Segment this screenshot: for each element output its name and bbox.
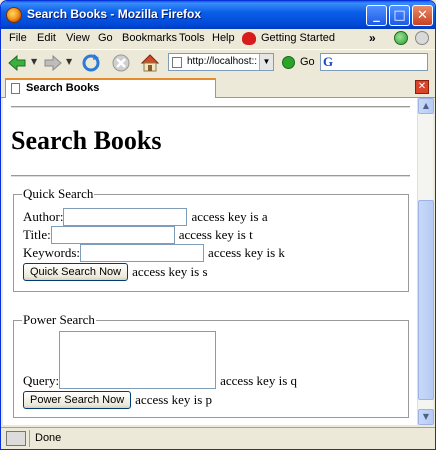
author-input[interactable]: [63, 208, 188, 227]
url-field[interactable]: http://localhost:: ▼: [168, 53, 274, 71]
search-engine-icon[interactable]: G: [323, 54, 333, 70]
forward-arrow-icon[interactable]: [43, 53, 63, 73]
quick-search-legend: Quick Search: [23, 186, 94, 201]
maximize-button[interactable]: □: [389, 5, 410, 26]
close-button[interactable]: ✕: [412, 5, 433, 26]
top-divider: [11, 106, 410, 108]
tab-label: Search Books: [26, 82, 100, 94]
back-arrow-icon[interactable]: [7, 53, 27, 73]
activity-icon: [415, 31, 429, 45]
keywords-label: Keywords:: [23, 245, 81, 261]
menu-help[interactable]: Help: [212, 32, 235, 44]
tab-strip: Search Books ✕: [1, 76, 435, 98]
firefox-icon: [6, 7, 22, 23]
query-access-key-note: access key is q: [220, 373, 297, 388]
status-text: Done: [35, 432, 62, 444]
author-label: Author:: [23, 209, 64, 225]
keywords-input[interactable]: [80, 244, 205, 263]
forward-dropdown-icon[interactable]: ▼: [66, 57, 72, 66]
tab-search-books[interactable]: Search Books: [5, 78, 216, 98]
close-tab-icon[interactable]: ✕: [415, 80, 429, 94]
query-textarea[interactable]: [59, 331, 217, 389]
power-search-access-key-note: access key is p: [135, 392, 213, 408]
url-dropdown-icon[interactable]: ▼: [259, 54, 273, 70]
getting-started-icon: [242, 32, 256, 45]
page-icon: [172, 57, 182, 68]
back-dropdown-icon[interactable]: ▼: [31, 57, 37, 66]
connection-status-icon: [6, 431, 26, 446]
menu-edit[interactable]: Edit: [37, 32, 56, 44]
keywords-access-key-note: access key is k: [208, 245, 285, 261]
vertical-scrollbar[interactable]: ▲ ▼: [417, 98, 434, 425]
stop-icon[interactable]: [111, 53, 131, 73]
menu-bar: File Edit View Go Bookmarks Tools Help G…: [1, 29, 435, 49]
quick-search-submit-row: Quick Search Now access key is s: [23, 263, 208, 282]
page-heading: Search Books: [11, 126, 162, 155]
minimize-button[interactable]: _: [366, 5, 387, 26]
title-label: Title:: [23, 227, 51, 243]
page-viewport: Search Books Quick Search Author: access …: [3, 98, 417, 425]
heading-divider: [11, 175, 410, 177]
navigation-toolbar: ▼ ▼ http://localhost:: ▼ Go G: [1, 49, 435, 75]
reload-icon[interactable]: [81, 53, 101, 73]
power-search-button[interactable]: Power Search Now: [23, 391, 132, 410]
menu-tools[interactable]: Tools: [179, 32, 205, 44]
throbber-icon: [394, 31, 408, 45]
quick-search-button[interactable]: Quick Search Now: [23, 263, 129, 282]
author-access-key-note: access key is a: [191, 209, 268, 225]
power-search-submit-row: Power Search Now access key is p: [23, 391, 213, 410]
scroll-up-icon[interactable]: ▲: [418, 98, 434, 114]
title-access-key-note: access key is t: [178, 227, 253, 243]
power-search-legend: Power Search: [23, 312, 95, 327]
title-bar[interactable]: Search Books - Mozilla Firefox _ □ ✕: [1, 1, 435, 29]
menu-bookmarks[interactable]: Bookmarks: [122, 32, 177, 44]
browser-window: Search Books - Mozilla Firefox _ □ ✕ Fil…: [0, 0, 436, 450]
scroll-down-icon[interactable]: ▼: [418, 409, 434, 425]
window-title: Search Books - Mozilla Firefox: [27, 7, 202, 21]
menu-view[interactable]: View: [66, 32, 90, 44]
tab-page-icon: [11, 83, 20, 94]
status-bar: Done: [1, 427, 435, 449]
title-row: Title: access key is t: [23, 226, 253, 245]
scroll-thumb[interactable]: [418, 200, 434, 400]
keywords-row: Keywords: access key is k: [23, 244, 285, 263]
go-icon[interactable]: [282, 56, 295, 69]
menu-file[interactable]: File: [9, 32, 27, 44]
search-field[interactable]: G: [320, 53, 428, 71]
query-label: Query:: [23, 373, 60, 388]
url-text: http://localhost::: [187, 56, 258, 67]
bookmarks-overflow-icon[interactable]: »: [369, 31, 376, 45]
home-icon[interactable]: [140, 53, 160, 73]
query-row: Query: access key is q: [23, 331, 297, 389]
status-separator: [29, 430, 30, 447]
author-row: Author: access key is a: [23, 208, 268, 227]
bookmark-getting-started[interactable]: Getting Started: [261, 32, 335, 44]
title-input[interactable]: [50, 226, 175, 245]
quick-search-access-key-note: access key is s: [132, 264, 208, 280]
menu-go[interactable]: Go: [98, 32, 113, 44]
go-button[interactable]: Go: [300, 56, 315, 68]
